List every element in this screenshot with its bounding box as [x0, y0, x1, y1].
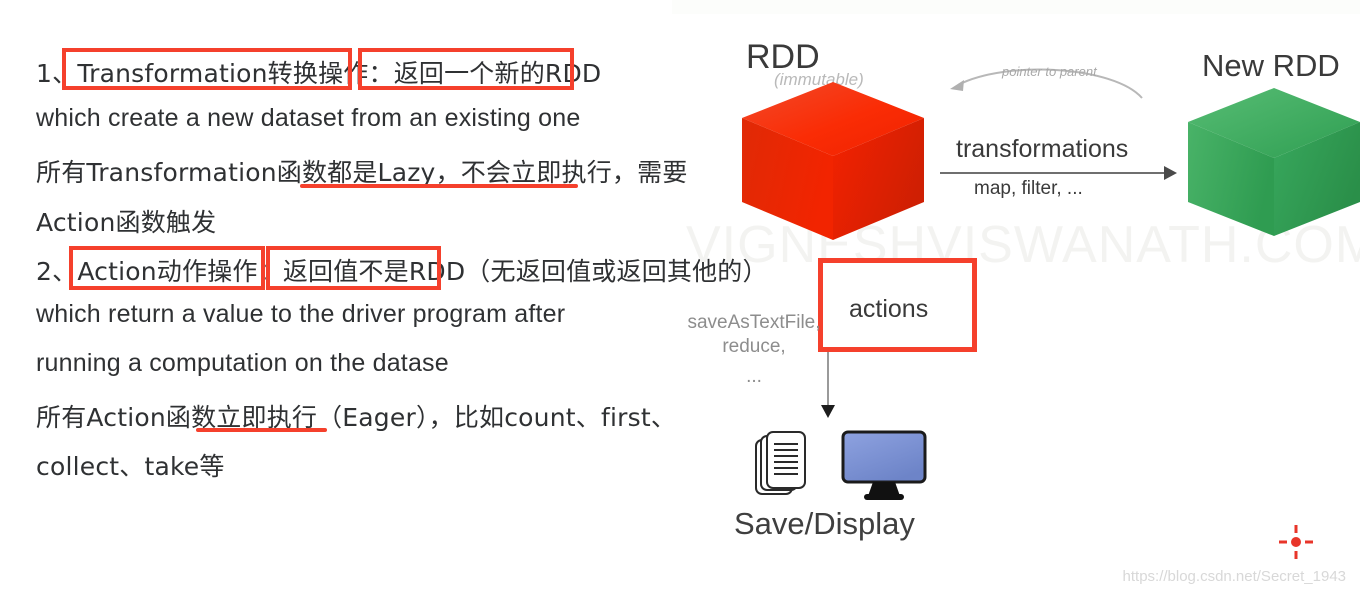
actions-arrow-head-icon [821, 405, 835, 418]
pointer-to-parent-arrow-icon [950, 68, 1143, 99]
note-item2-english-2: running a computation on the datase [36, 349, 449, 377]
highlight-box-action-result [266, 246, 441, 290]
highlight-box-action-term [69, 246, 265, 290]
highlight-box-transformation-term [62, 48, 352, 90]
item2-detail-text-2: collect、take等 [36, 452, 225, 481]
note-item1-detail-2: Action函数触发 [36, 203, 216, 239]
pointer-to-parent-label: pointer to parent [1002, 64, 1097, 79]
transformations-label: transformations [956, 135, 1129, 163]
rdd-cube-icon [742, 82, 924, 240]
transformations-examples-label: map, filter, ... [974, 178, 1083, 199]
item1-detail-text-2: Action函数触发 [36, 208, 217, 237]
action-example-2: reduce, [722, 336, 786, 357]
crosshair-marker-icon [1279, 525, 1313, 559]
note-item2-english-1: which return a value to the driver progr… [36, 300, 566, 328]
note-item1-english: which create a new dataset from an exist… [36, 104, 581, 132]
csdn-blog-watermark: https://blog.csdn.net/Secret_1943 [1122, 568, 1346, 585]
highlight-box-transformation-result [358, 48, 574, 90]
underline-lazy [300, 184, 578, 188]
new-rdd-cube-icon [1188, 88, 1360, 236]
item1-detail-text-1: 所有Transformation函数都是Lazy，不会立即执行，需要 [36, 158, 688, 187]
slide-screenshot: 1、Transformation转换操作：返回一个新的RDD which cre… [0, 0, 1360, 593]
note-item2-detail-2: collect、take等 [36, 447, 225, 483]
new-rdd-title: New RDD [1202, 48, 1340, 83]
action-example-1: saveAsTextFile, [687, 312, 821, 333]
notes-panel: 1、Transformation转换操作：返回一个新的RDD which cre… [0, 0, 768, 593]
rdd-flow-diagram: VIGNESHVISWANATH.COM RDD (immutable) poi… [672, 0, 1360, 593]
item2-detail-text-1: 所有Action函数立即执行（Eager），比如count、first、 [36, 403, 677, 432]
transformations-arrow-shaft [940, 172, 1166, 174]
underline-eager [196, 428, 327, 432]
actions-highlight-box: actions [818, 258, 977, 352]
document-stack-icon [755, 431, 806, 495]
monitor-display-icon [841, 430, 927, 500]
actions-label: actions [849, 295, 929, 323]
note-item2-detail-1: 所有Action函数立即执行（Eager），比如count、first、 [36, 398, 676, 434]
transformations-arrow-head-icon [1164, 166, 1177, 180]
save-display-label: Save/Display [734, 506, 915, 541]
action-example-3: ... [746, 366, 762, 387]
